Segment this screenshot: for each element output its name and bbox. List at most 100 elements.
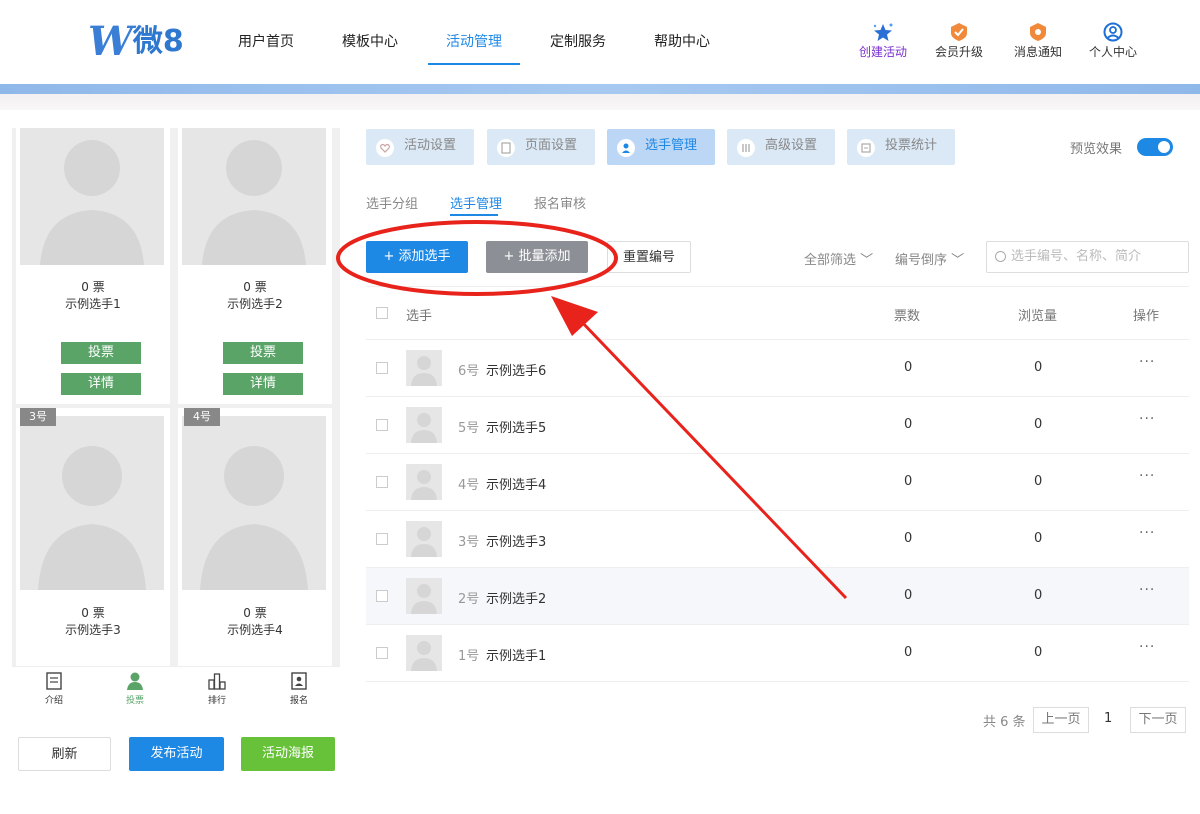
nav-item-help-center[interactable]: 帮助中心 [654, 32, 710, 52]
nav-item-templates[interactable]: 模板中心 [342, 32, 398, 52]
avatar-placeholder [182, 416, 326, 590]
tab-intro[interactable]: 介绍 [34, 671, 74, 706]
preview-card-1[interactable]: 0 票 示例选手1 投票 详情 [16, 128, 170, 404]
prev-page-button[interactable]: 上一页 [1033, 707, 1089, 733]
search-box [986, 241, 1189, 273]
row-checkbox[interactable] [376, 533, 388, 545]
tab-vote-stats-label: 投票统计 [885, 138, 938, 153]
personal-center-button[interactable]: 个人中心 [1078, 22, 1148, 60]
tab-page-settings-label: 页面设置 [525, 138, 578, 153]
tab-player-management[interactable]: 选手管理 [607, 129, 715, 165]
advanced-icon [737, 139, 755, 157]
table-row[interactable]: 2号 示例选手2 0 0 ··· [366, 568, 1189, 625]
person-icon [125, 671, 145, 691]
tab-ranking-label: 排行 [207, 696, 226, 706]
table-row[interactable]: 4号 示例选手4 0 0 ··· [366, 454, 1189, 511]
table-row[interactable]: 3号 示例选手3 0 0 ··· [366, 511, 1189, 568]
player-votes: 0 [904, 417, 913, 432]
player-icon [617, 139, 635, 157]
user-circle-icon [1102, 22, 1124, 42]
nav-active-indicator [428, 63, 520, 65]
player-views: 0 [1034, 531, 1043, 546]
header-band [0, 84, 1200, 94]
subtab-signup-review[interactable]: 报名审核 [534, 193, 586, 212]
refresh-button[interactable]: 刷新 [18, 737, 111, 771]
col-actions: 操作 [1133, 309, 1160, 324]
bell-badge-icon [1027, 22, 1049, 42]
next-page-button[interactable]: 下一页 [1130, 707, 1186, 733]
subtab-active-indicator [450, 214, 498, 216]
star-icon [872, 22, 894, 42]
preview-card-2[interactable]: 0 票 示例选手2 投票 详情 [178, 128, 332, 404]
subtab-player-groups[interactable]: 选手分组 [366, 193, 418, 212]
vote-count: 0 票 [81, 606, 105, 620]
player-avatar [406, 407, 442, 443]
more-actions-button[interactable]: ··· [1139, 639, 1155, 655]
create-activity-label: 创建活动 [858, 45, 907, 59]
player-views: 0 [1034, 645, 1043, 660]
detail-button[interactable]: 详情 [223, 373, 303, 395]
create-activity-button[interactable]: 创建活动 [848, 22, 918, 60]
preview-card-4[interactable]: 4号 0 票 示例选手4 [178, 408, 332, 668]
vote-button[interactable]: 投票 [61, 342, 141, 364]
row-checkbox[interactable] [376, 419, 388, 431]
batch-add-button[interactable]: + 批量添加 [486, 241, 588, 273]
current-page[interactable]: 1 [1104, 711, 1112, 726]
search-input[interactable] [1011, 249, 1181, 264]
tab-ranking[interactable]: 排行 [197, 671, 237, 706]
select-all-checkbox[interactable] [376, 307, 388, 319]
more-actions-button[interactable]: ··· [1139, 468, 1155, 484]
signup-form-icon [289, 671, 309, 691]
row-checkbox[interactable] [376, 647, 388, 659]
reset-numbers-button[interactable]: 重置编号 [607, 241, 691, 273]
sort-label: 编号倒序 [895, 253, 948, 268]
member-upgrade-button[interactable]: 会员升级 [924, 22, 994, 60]
more-actions-button[interactable]: ··· [1139, 354, 1155, 370]
player-number: 1号 [458, 649, 480, 664]
document-icon [44, 671, 64, 691]
more-actions-button[interactable]: ··· [1139, 525, 1155, 541]
add-player-button[interactable]: + 添加选手 [366, 241, 468, 273]
player-number: 5号 [458, 421, 480, 436]
activity-poster-button[interactable]: 活动海报 [241, 737, 335, 771]
tab-vote-stats[interactable]: 投票统计 [847, 129, 955, 165]
publish-activity-button[interactable]: 发布活动 [129, 737, 224, 771]
more-actions-button[interactable]: ··· [1139, 582, 1155, 598]
player-number: 6号 [458, 364, 480, 379]
row-checkbox[interactable] [376, 590, 388, 602]
player-name: 示例选手2 [227, 297, 283, 311]
vote-button[interactable]: 投票 [223, 342, 303, 364]
preview-toggle[interactable] [1137, 138, 1173, 156]
tab-page-settings[interactable]: 页面设置 [487, 129, 595, 165]
player-views: 0 [1034, 360, 1043, 375]
tab-advanced-settings[interactable]: 高级设置 [727, 129, 835, 165]
top-navbar: W 微8 用户首页 模板中心 活动管理 定制服务 帮助中心 创建活动 会员升级 … [0, 0, 1200, 84]
player-number-badge: 3号 [20, 408, 56, 426]
notifications-button[interactable]: 消息通知 [1003, 22, 1073, 60]
player-name: 示例选手6 [486, 364, 547, 379]
table-row[interactable]: 1号 示例选手1 0 0 ··· [366, 625, 1189, 682]
logo-mark: W [88, 18, 133, 65]
player-name: 示例选手4 [227, 623, 283, 637]
col-votes: 票数 [894, 309, 921, 324]
sort-dropdown[interactable]: 编号倒序 ﹀ [895, 249, 964, 268]
player-name: 示例选手2 [486, 592, 547, 607]
row-checkbox[interactable] [376, 362, 388, 374]
tab-activity-settings[interactable]: 活动设置 [366, 129, 474, 165]
tab-vote[interactable]: 投票 [115, 671, 155, 706]
logo[interactable]: W 微8 [88, 22, 184, 62]
subtab-player-management[interactable]: 选手管理 [450, 193, 502, 212]
nav-item-custom-service[interactable]: 定制服务 [550, 32, 606, 52]
tab-signup[interactable]: 报名 [279, 671, 319, 706]
player-votes: 0 [904, 360, 913, 375]
nav-item-activity-management[interactable]: 活动管理 [446, 32, 502, 52]
member-upgrade-label: 会员升级 [934, 45, 983, 59]
table-row[interactable]: 5号 示例选手5 0 0 ··· [366, 397, 1189, 454]
table-row[interactable]: 6号 示例选手6 0 0 ··· [366, 340, 1189, 397]
nav-item-user-home[interactable]: 用户首页 [238, 32, 294, 52]
preview-card-3[interactable]: 3号 0 票 示例选手3 [16, 408, 170, 668]
row-checkbox[interactable] [376, 476, 388, 488]
filter-all-dropdown[interactable]: 全部筛选 ﹀ [804, 249, 873, 268]
detail-button[interactable]: 详情 [61, 373, 141, 395]
more-actions-button[interactable]: ··· [1139, 411, 1155, 427]
